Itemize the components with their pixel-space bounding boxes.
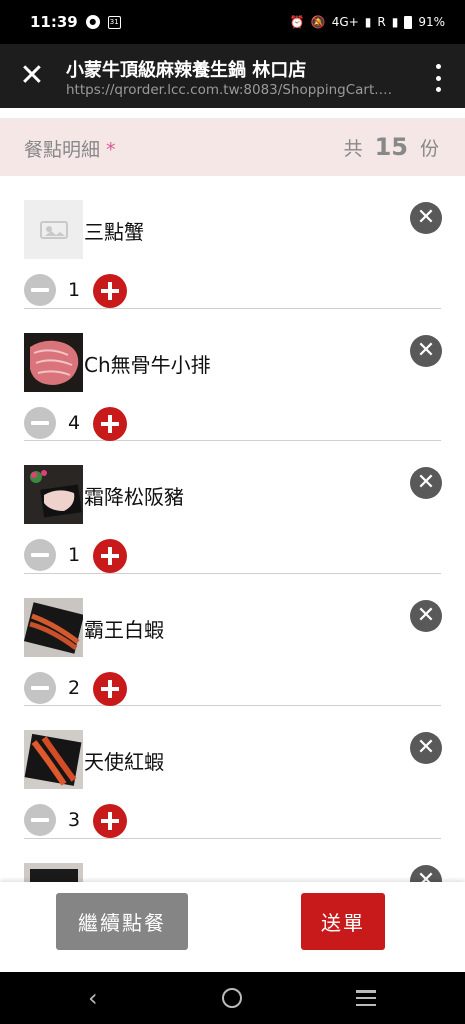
android-nav-bar: ‹ <box>0 972 465 1024</box>
remove-item-icon[interactable]: ✕ <box>410 334 442 367</box>
more-options-icon[interactable] <box>433 64 443 92</box>
status-bar: 11:39 ● 31 ⏰ 🔕 4G+ ▮ R ▮ 91% <box>0 0 465 44</box>
mute-icon: 🔕 <box>310 15 326 29</box>
status-time: 11:39 <box>30 13 78 31</box>
alarm-icon: ⏰ <box>289 15 305 29</box>
item-name: 三點蟹 <box>84 220 144 244</box>
continue-ordering-button[interactable]: 繼續點餐 <box>56 893 188 950</box>
recent-apps-icon[interactable] <box>356 990 376 1006</box>
increase-quantity-button[interactable] <box>93 671 127 706</box>
item-quantity: 4 <box>68 411 81 434</box>
item-image-beef <box>24 332 83 392</box>
item-name: 霜降松阪豬 <box>84 485 184 509</box>
battery-icon <box>404 15 413 29</box>
decrease-quantity-button[interactable] <box>24 671 56 704</box>
remove-item-icon[interactable]: ✕ <box>410 202 442 234</box>
required-mark: * <box>106 139 116 161</box>
order-summary-header: 餐點明細 * 共 15 份 <box>0 118 465 176</box>
item-quantity: 3 <box>68 809 81 831</box>
remove-item-icon[interactable]: ✕ <box>410 467 442 499</box>
remove-item-icon[interactable]: ✕ <box>410 599 442 632</box>
item-quantity: 1 <box>68 544 81 566</box>
decrease-quantity-button[interactable] <box>24 539 56 571</box>
item-image-partial <box>24 862 83 882</box>
cart-item-list[interactable]: 三點蟹 ✕ 1 Ch無骨牛小排 ✕ 4 霜降松阪豬 ✕ 1 霸王白蝦 ✕ 2 天… <box>0 176 465 882</box>
order-details-text: 餐點明細 <box>24 139 101 161</box>
back-icon[interactable]: ‹ <box>88 986 108 1010</box>
home-icon[interactable] <box>222 988 242 1008</box>
signal-icon: ▮ <box>364 15 372 29</box>
item-name: 天使紅蝦 <box>84 750 164 774</box>
cart-item: Ch無骨牛小排 ✕ 4 <box>24 309 442 441</box>
cart-item: 三點蟹 ✕ 1 <box>24 176 442 309</box>
increase-quantity-button[interactable] <box>93 406 127 441</box>
total-unit: 份 <box>419 138 439 160</box>
cart-item: 霜降松阪豬 ✕ 1 <box>24 441 442 574</box>
increase-quantity-button[interactable] <box>93 804 127 838</box>
network-label: 4G+ <box>331 15 359 29</box>
decrease-quantity-button[interactable] <box>24 804 56 836</box>
total-number: 15 <box>374 133 408 161</box>
item-name: Ch無骨牛小排 <box>84 352 211 377</box>
item-image-pork <box>24 465 83 524</box>
signal-icon-2: ▮ <box>391 15 399 29</box>
order-details-label: 餐點明細 * <box>24 135 116 162</box>
total-prefix: 共 <box>343 138 363 160</box>
cart-footer: 繼續點餐 送單 <box>0 882 465 972</box>
decrease-quantity-button[interactable] <box>24 406 56 439</box>
roaming-label: R <box>377 15 386 29</box>
item-name: 霸王白蝦 <box>84 617 164 642</box>
item-quantity: 1 <box>68 279 81 301</box>
item-image-red-shrimp <box>24 730 83 789</box>
total-count: 共 15 份 <box>344 133 439 161</box>
item-quantity: 2 <box>68 676 81 699</box>
increase-quantity-button[interactable] <box>93 539 127 573</box>
decrease-quantity-button[interactable] <box>24 274 56 306</box>
close-icon[interactable]: ✕ <box>14 58 50 94</box>
browser-app-bar: ✕ 小蒙牛頂級麻辣養生鍋 林口店 https://qrorder.lcc.com… <box>0 44 465 108</box>
item-image-placeholder-icon <box>24 200 83 259</box>
page-title: 小蒙牛頂級麻辣養生鍋 林口店 <box>66 60 307 81</box>
battery-percent: 91% <box>418 15 445 29</box>
item-image-shrimp <box>24 597 83 657</box>
page-url: https://qrorder.lcc.com.tw:8083/Shopping… <box>66 82 396 98</box>
submit-order-button[interactable]: 送單 <box>301 893 385 950</box>
cart-item-partial: ✕ <box>24 839 442 882</box>
cart-item: 霸王白蝦 ✕ 2 <box>24 574 442 706</box>
messenger-icon: ● <box>85 15 100 29</box>
calendar-icon: 31 <box>107 15 121 29</box>
remove-item-icon[interactable]: ✕ <box>410 864 442 882</box>
increase-quantity-button[interactable] <box>93 274 127 308</box>
remove-item-icon[interactable]: ✕ <box>410 732 442 764</box>
cart-item: 天使紅蝦 ✕ 3 <box>24 706 442 839</box>
